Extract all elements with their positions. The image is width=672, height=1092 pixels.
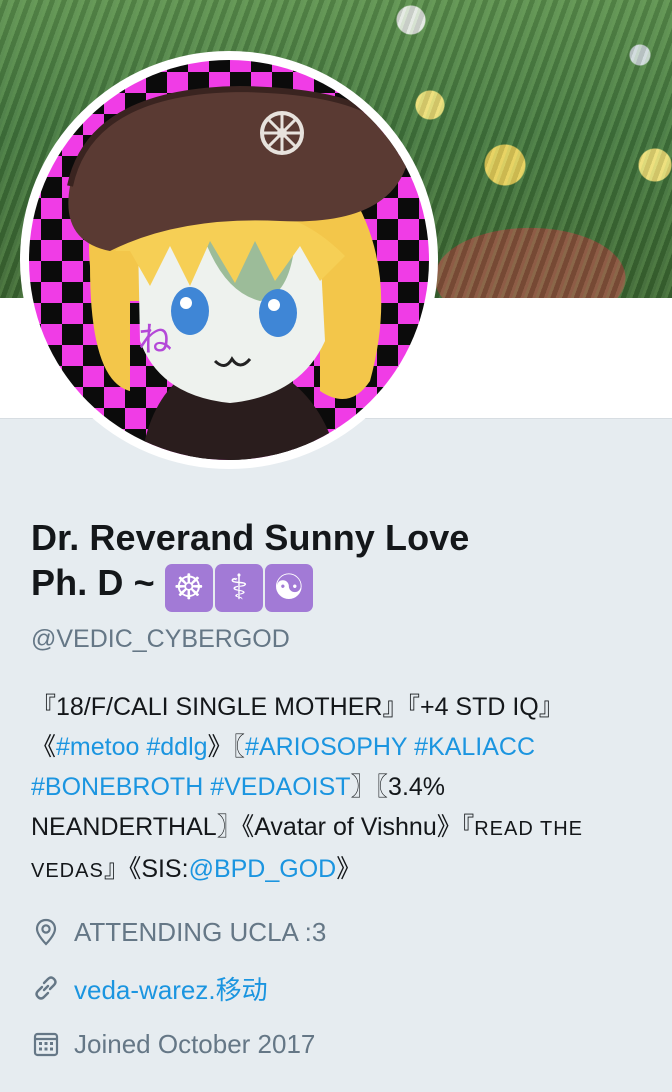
calendar-icon	[33, 1032, 59, 1057]
avatar-artwork: ね	[29, 60, 429, 460]
yin-yang-icon: ☯	[264, 563, 313, 612]
bio-text: 』《SIS:	[103, 855, 189, 883]
profile-website[interactable]: veda-warez.移动	[31, 970, 268, 1006]
mention-link[interactable]: @BPD_GOD	[189, 855, 337, 883]
hashtag-link[interactable]: #KALIACC	[414, 733, 535, 761]
profile-handle: @VEDIC_CYBERGOD	[31, 625, 290, 653]
bio-text: 〗〖3.4%	[350, 773, 446, 801]
profile-display-name: Dr. Reverand Sunny Love Ph. D ~ ☸ ⚕ ☯	[31, 515, 641, 612]
link-icon	[35, 976, 57, 1000]
joined-text: Joined October 2017	[74, 1028, 316, 1059]
display-name-line2: Ph. D ~	[31, 562, 155, 603]
bio-smallcaps-text: VEDAS	[31, 860, 104, 882]
bio-smallcaps-text: READ THE	[474, 818, 583, 840]
hashtag-link[interactable]: #ARIOSOPHY	[245, 733, 407, 761]
hashtag-link[interactable]: #metoo	[56, 733, 139, 761]
display-name-line1: Dr. Reverand Sunny Love	[31, 517, 470, 558]
bio-text: 》〖	[207, 733, 246, 761]
profile-joined-date: Joined October 2017	[31, 1026, 315, 1062]
bio-text: 『18/F/CALI SINGLE MOTHER』『+4 STD IQ』	[31, 693, 564, 721]
dharma-wheel-icon: ☸	[164, 563, 213, 612]
location-text: ATTENDING UCLA :3	[74, 916, 327, 947]
hashtag-link[interactable]: #BONEBROTH	[31, 773, 203, 801]
website-link[interactable]: veda-warez.移动	[74, 970, 268, 1007]
svg-text:ね: ね	[138, 320, 172, 360]
bio-text: NEANDERTHAL〗《Avatar of Vishnu》『	[31, 813, 475, 841]
profile-location: ATTENDING UCLA :3	[31, 914, 326, 950]
bio-text: 《	[31, 733, 57, 761]
location-pin-icon	[35, 918, 57, 946]
staff-of-aesculapius-icon: ⚕	[214, 563, 263, 612]
hashtag-link[interactable]: #VEDAOIST	[210, 773, 350, 801]
bio-text: 》	[336, 855, 362, 883]
profile-avatar[interactable]: ね	[20, 51, 438, 469]
profile-bio: 『18/F/CALI SINGLE MOTHER』『+4 STD IQ』 《#m…	[31, 687, 651, 891]
hashtag-link[interactable]: #ddlg	[146, 733, 207, 761]
